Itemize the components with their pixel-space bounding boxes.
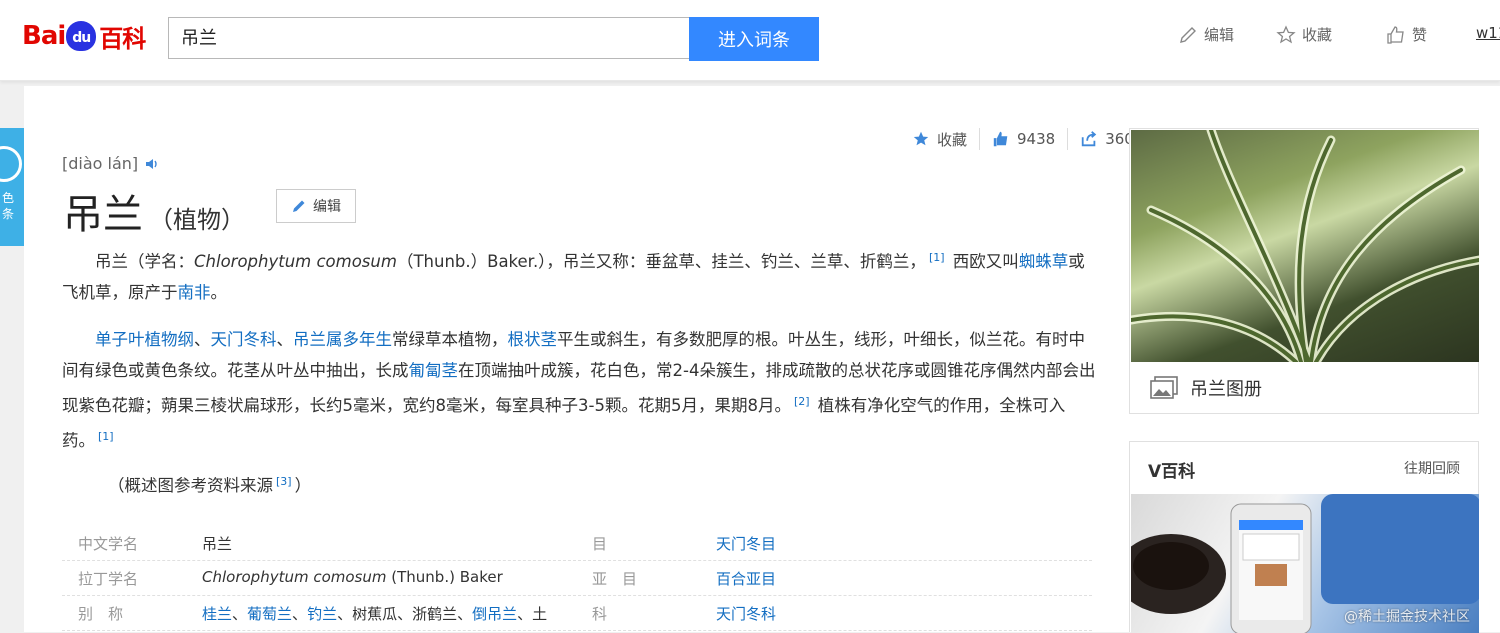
text-span: 西欧又叫	[947, 252, 1019, 271]
scientific-name: Chlorophytum comosum	[202, 568, 387, 586]
alias-link[interactable]: 桂兰	[202, 605, 232, 623]
info-key: 科	[592, 605, 608, 623]
side-tab-ring-icon	[0, 146, 22, 182]
album-caption[interactable]: 吊兰图册	[1150, 375, 1262, 401]
top-like-label: 赞	[1412, 26, 1428, 44]
alias-link[interactable]: 倒吊兰	[472, 605, 517, 623]
top-bar: Bai du 百科 进入词条 编辑 收藏 赞 w11	[0, 0, 1500, 81]
text-span: 、土	[517, 605, 548, 623]
text-span: （概述图参考资料来源	[108, 476, 273, 495]
search-input[interactable]	[169, 18, 681, 56]
table-row: 中文学名 吊兰 目 天门冬目	[62, 526, 1092, 561]
info-value: Chlorophytum comosum (Thunb.) Baker	[202, 568, 503, 586]
reference-link[interactable]: [2]	[794, 395, 810, 408]
table-row: 别 称 桂兰、葡萄兰、钓兰、树蕉瓜、浙鹤兰、倒吊兰、土 科 天门冬科	[62, 596, 1092, 631]
album-label: 吊兰图册	[1190, 379, 1262, 400]
info-key: 拉丁学名	[78, 570, 139, 588]
album-icon	[1150, 376, 1178, 399]
link-south-africa[interactable]: 南非	[178, 283, 211, 302]
link-asparagaceae[interactable]: 天门冬科	[211, 330, 277, 349]
pinyin-row: [diào lán]	[62, 154, 160, 173]
reference-link[interactable]: [3]	[276, 475, 292, 488]
thumbs-up-icon	[1387, 25, 1404, 44]
text-span: 吊兰（学名：	[95, 252, 194, 271]
table-row: 拉丁学名 Chlorophytum comosum (Thunb.) Baker…	[62, 561, 1092, 596]
like-stat[interactable]: 9438	[980, 130, 1067, 148]
entry-title: 吊兰 （植物）	[63, 182, 245, 240]
speaker-icon[interactable]	[144, 156, 160, 172]
link-monocots[interactable]: 单子叶植物纲	[95, 330, 194, 349]
scientific-name: Chlorophytum comosum	[194, 252, 397, 271]
side-tab-text: 色 条	[2, 191, 15, 221]
search-box	[168, 17, 689, 59]
top-favorite-link[interactable]: 收藏	[1276, 24, 1332, 45]
top-favorite-label: 收藏	[1302, 26, 1333, 44]
page-title: 吊兰	[63, 192, 143, 238]
plant-leaves-illustration	[1131, 130, 1479, 362]
like-count: 9438	[1017, 130, 1056, 148]
edit-entry-label: 编辑	[313, 199, 341, 215]
favorite-stat[interactable]: 收藏	[900, 129, 979, 150]
text-span: （Thunb.）Baker.），吊兰又称：垂盆草、挂兰、钓兰、兰草、折鹤兰，	[396, 252, 926, 271]
text-span: 常绿草本植物，	[392, 330, 508, 349]
info-key: 中文学名	[78, 535, 139, 553]
text-span: 。	[210, 283, 228, 302]
info-key: 亚 目	[592, 570, 638, 588]
entry-stats: 收藏 9438 360	[900, 128, 1146, 150]
text-span: (Thunb.) Baker	[386, 568, 503, 586]
text-span: 、	[194, 330, 211, 349]
info-key: 目	[592, 535, 608, 553]
watermark: @稀土掘金技术社区	[1344, 609, 1470, 625]
text-span: 、	[276, 330, 294, 349]
info-link[interactable]: 天门冬科	[716, 603, 776, 624]
summary-paragraph-1: 吊兰（学名：Chlorophytum comosum（Thunb.）Baker.…	[62, 242, 1097, 308]
top-like-link[interactable]: 赞	[1386, 24, 1427, 45]
text-span: ）	[294, 476, 312, 495]
star-icon	[913, 131, 929, 146]
v-baike-title: V百科	[1148, 462, 1196, 482]
favorite-label: 收藏	[937, 130, 968, 149]
basic-info-table: 中文学名 吊兰 目 天门冬目 拉丁学名 Chlorophytum comosum…	[62, 526, 1092, 631]
pinyin-text: [diào lán]	[62, 154, 139, 173]
info-link[interactable]: 天门冬目	[716, 533, 776, 554]
alias-link[interactable]: 葡萄兰	[247, 605, 292, 623]
info-value: 吊兰	[202, 535, 233, 553]
link-chlorophytum[interactable]: 吊兰属多年生	[293, 330, 392, 349]
enter-entry-button[interactable]: 进入词条	[689, 17, 819, 61]
share-icon	[1082, 131, 1097, 147]
top-edit-label: 编辑	[1204, 26, 1235, 44]
spider-plant-photo[interactable]	[1131, 130, 1479, 362]
user-link[interactable]: w11	[1476, 24, 1500, 42]
link-rhizome[interactable]: 根状茎	[508, 330, 558, 349]
summary-picture-card[interactable]: 吊兰图册	[1129, 128, 1479, 414]
past-review-link[interactable]: 往期回顾	[1404, 458, 1460, 478]
info-link[interactable]: 百合亚目	[716, 568, 776, 589]
reference-link[interactable]: [1]	[98, 430, 114, 443]
link-spider-plant[interactable]: 蜘蛛草	[1019, 252, 1069, 271]
pencil-icon	[293, 200, 305, 212]
info-value: 桂兰、葡萄兰、钓兰、树蕉瓜、浙鹤兰、倒吊兰、土	[202, 605, 548, 623]
reference-link[interactable]: [1]	[929, 251, 945, 264]
baidu-baike-logo[interactable]: Bai du 百科	[22, 14, 146, 58]
summary-paragraph-2: 单子叶植物纲、天门冬科、吊兰属多年生常绿草本植物，根状茎平生或斜生，有多数肥厚的…	[62, 324, 1097, 456]
top-edit-link[interactable]: 编辑	[1178, 24, 1234, 45]
link-stolon[interactable]: 匍匐茎	[409, 361, 459, 380]
pencil-icon	[1180, 26, 1196, 43]
logo-text-baike: 百科	[99, 24, 146, 53]
logo-paw-icon: du	[66, 21, 97, 51]
edit-entry-button[interactable]: 编辑	[276, 189, 356, 223]
alias-link[interactable]: 钓兰	[307, 605, 337, 623]
side-float-tab[interactable]: 色 条	[0, 128, 24, 246]
logo-text-du: du	[72, 30, 91, 46]
thumbs-up-icon	[993, 131, 1008, 147]
text-span: 、树蕉瓜、浙鹤兰、	[337, 605, 473, 623]
logo-text-bai: Bai	[22, 21, 66, 51]
v-baike-card: V百科 往期回顾 @稀土掘金技术社区	[1129, 441, 1479, 633]
image-source-note: （概述图参考资料来源 [3]）	[108, 472, 311, 496]
star-icon	[1276, 24, 1296, 43]
page-subtitle: （植物）	[149, 206, 245, 234]
info-key: 别 称	[78, 605, 124, 623]
